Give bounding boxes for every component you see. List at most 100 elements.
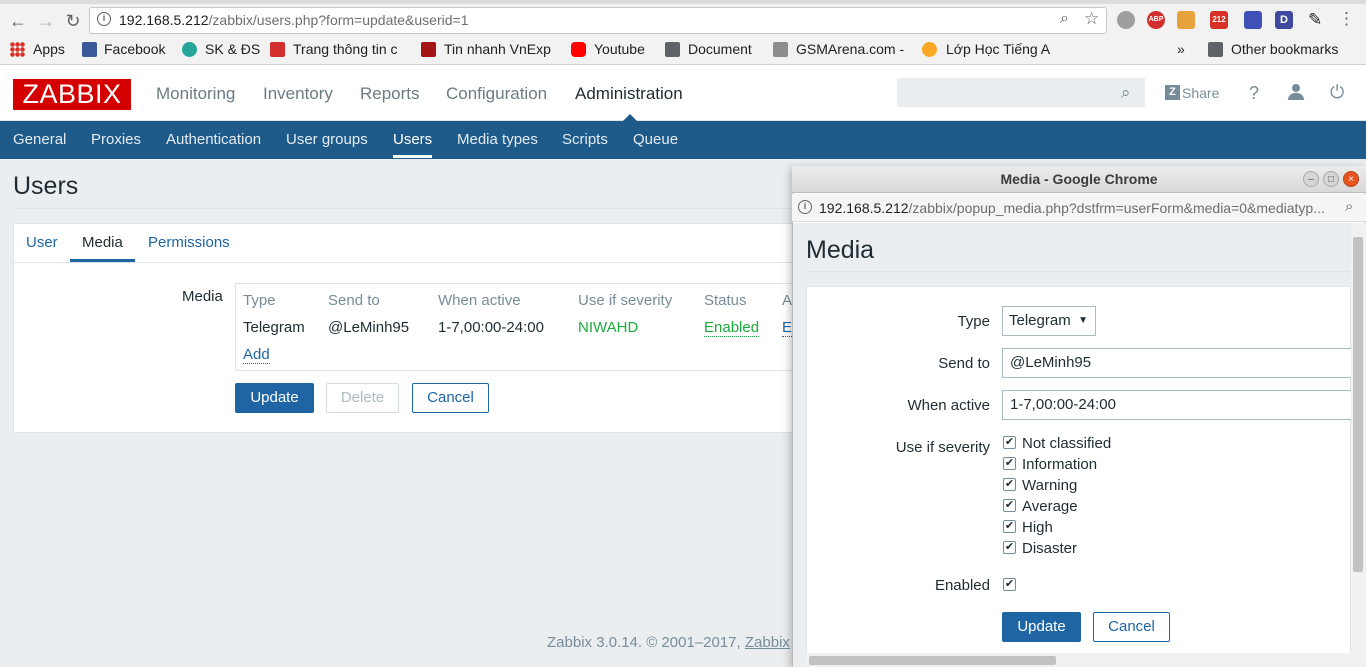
popup-title: Media (806, 236, 875, 264)
zoom-icon[interactable]: ⌕ (1345, 198, 1353, 215)
tab-permissions[interactable]: Permissions (148, 234, 230, 251)
zabbix-logo[interactable]: ZABBIX (13, 79, 131, 110)
extension-icon[interactable] (1177, 11, 1195, 29)
menu-configuration[interactable]: Configuration (446, 84, 547, 104)
maximize-icon[interactable]: □ (1323, 171, 1339, 187)
when-active-label: When active (907, 397, 990, 414)
menu-monitoring[interactable]: Monitoring (156, 84, 235, 104)
column-header-type: Type (243, 292, 276, 309)
back-arrow-icon[interactable]: ← (8, 11, 28, 31)
checkbox-warning[interactable]: ✔ (1003, 478, 1016, 491)
menu-inventory[interactable]: Inventory (263, 84, 333, 104)
extension-icon[interactable] (1117, 11, 1135, 29)
bookmark-trang-thong-tin[interactable]: Trang thông tin c (293, 41, 407, 57)
share-icon[interactable]: Z (1165, 85, 1180, 100)
footer-link[interactable]: Zabbix (745, 634, 790, 651)
update-button[interactable]: Update (235, 383, 314, 413)
info-icon[interactable]: i (97, 12, 111, 26)
divider (806, 271, 1351, 272)
other-bookmarks[interactable]: Other bookmarks (1231, 41, 1338, 57)
subnav-authentication[interactable]: Authentication (166, 131, 261, 148)
bookmark-icon (421, 42, 436, 57)
edit-media-link[interactable]: E (782, 319, 792, 337)
type-select[interactable]: Telegram ▼ (1002, 306, 1096, 336)
dropdown-arrow-icon: ▼ (1078, 315, 1088, 326)
popup-url-text: 192.168.5.212/zabbix/popup_media.php?dst… (819, 200, 1325, 216)
help-icon[interactable]: ? (1249, 83, 1259, 104)
extension-icon[interactable]: ✎ (1308, 10, 1322, 30)
user-profile-icon[interactable] (1288, 84, 1304, 100)
checkbox-enabled[interactable]: ✔ (1003, 578, 1016, 591)
url-text: 192.168.5.212/zabbix/users.php?form=upda… (119, 12, 469, 28)
extension-icon[interactable] (1244, 11, 1262, 29)
media-form (806, 286, 1351, 667)
severity-high-label: High (1022, 519, 1053, 536)
subnav-user-groups[interactable]: User groups (286, 131, 368, 148)
column-header-severity: Use if severity (578, 292, 673, 309)
checkbox-average[interactable]: ✔ (1003, 499, 1016, 512)
bookmark-lop-hoc[interactable]: Lớp Học Tiếng A (946, 41, 1061, 57)
tab-user[interactable]: User (26, 234, 58, 251)
adblock-icon[interactable]: ABP (1147, 11, 1165, 29)
enabled-label: Enabled (934, 577, 990, 594)
bookmark-skds[interactable]: SK & ĐS (205, 41, 260, 57)
cell-send-to: @LeMinh95 (328, 319, 410, 336)
extension-icon[interactable]: D (1275, 11, 1293, 29)
bookmark-icon (922, 42, 937, 57)
bookmark-gsmarena[interactable]: GSMArena.com - (796, 41, 908, 57)
tab-media[interactable]: Media (82, 234, 123, 251)
gmail-icon[interactable]: 212 (1210, 11, 1228, 29)
popup-window-title: Media - Google Chrome (1000, 171, 1158, 187)
severity-information-label: Information (1022, 456, 1098, 473)
info-icon[interactable]: i (798, 200, 812, 214)
forward-arrow-icon[interactable]: → (36, 11, 56, 31)
tab-active-indicator (70, 259, 135, 262)
subnav-media-types[interactable]: Media types (457, 131, 538, 148)
logout-icon[interactable]: ⏻ (1330, 82, 1344, 103)
add-media-link[interactable]: Add (243, 346, 270, 364)
bookmark-apps[interactable]: Apps (33, 41, 65, 57)
reload-icon[interactable]: ↻ (63, 11, 83, 31)
share-link[interactable]: Share (1182, 85, 1219, 101)
checkbox-high[interactable]: ✔ (1003, 520, 1016, 533)
zoom-icon[interactable]: ⌕ (1060, 10, 1069, 28)
apps-icon[interactable] (10, 42, 25, 57)
vertical-scrollbar-thumb[interactable] (1353, 237, 1363, 572)
popup-cancel-button[interactable]: Cancel (1093, 612, 1170, 642)
status-enabled-link[interactable]: Enabled (704, 319, 760, 337)
bookmark-star-icon[interactable]: ☆ (1084, 9, 1099, 29)
cell-severity: NIWAHD (578, 319, 639, 336)
search-input[interactable] (897, 78, 1145, 107)
subnav-general[interactable]: General (13, 131, 66, 148)
close-icon[interactable]: × (1343, 171, 1359, 187)
delete-button: Delete (326, 383, 399, 413)
bookmark-icon (773, 42, 788, 57)
subnav-proxies[interactable]: Proxies (91, 131, 141, 148)
when-active-input[interactable]: 1-7,00:00-24:00 (1002, 390, 1352, 420)
youtube-icon (571, 42, 586, 57)
bookmark-youtube[interactable]: Youtube (594, 41, 645, 57)
menu-administration[interactable]: Administration (575, 84, 683, 104)
cancel-button[interactable]: Cancel (412, 383, 489, 413)
bookmarks-overflow[interactable]: » (1177, 41, 1185, 57)
menu-icon[interactable]: ⋮ (1338, 9, 1355, 29)
tab-strip (0, 0, 1366, 4)
minimize-icon[interactable]: – (1303, 171, 1319, 187)
menu-reports[interactable]: Reports (360, 84, 420, 104)
search-icon[interactable]: ⌕ (1121, 83, 1131, 103)
checkbox-not-classified[interactable]: ✔ (1003, 436, 1016, 449)
bookmark-vnexpress[interactable]: Tin nhanh VnExp (444, 41, 557, 57)
severity-disaster-label: Disaster (1022, 540, 1078, 557)
bookmark-facebook[interactable]: Facebook (104, 41, 165, 57)
subnav-users[interactable]: Users (393, 131, 432, 148)
subnav-scripts[interactable]: Scripts (562, 131, 608, 148)
checkbox-disaster[interactable]: ✔ (1003, 541, 1016, 554)
bookmark-document[interactable]: Document (688, 41, 752, 57)
horizontal-scrollbar-thumb[interactable] (809, 656, 1056, 665)
send-to-input[interactable]: @LeMinh95 (1002, 348, 1352, 378)
subnav-queue[interactable]: Queue (633, 131, 678, 148)
popup-update-button[interactable]: Update (1002, 612, 1081, 642)
severity-label: Use if severity (895, 439, 990, 456)
column-header-send-to: Send to (328, 292, 380, 309)
checkbox-information[interactable]: ✔ (1003, 457, 1016, 470)
